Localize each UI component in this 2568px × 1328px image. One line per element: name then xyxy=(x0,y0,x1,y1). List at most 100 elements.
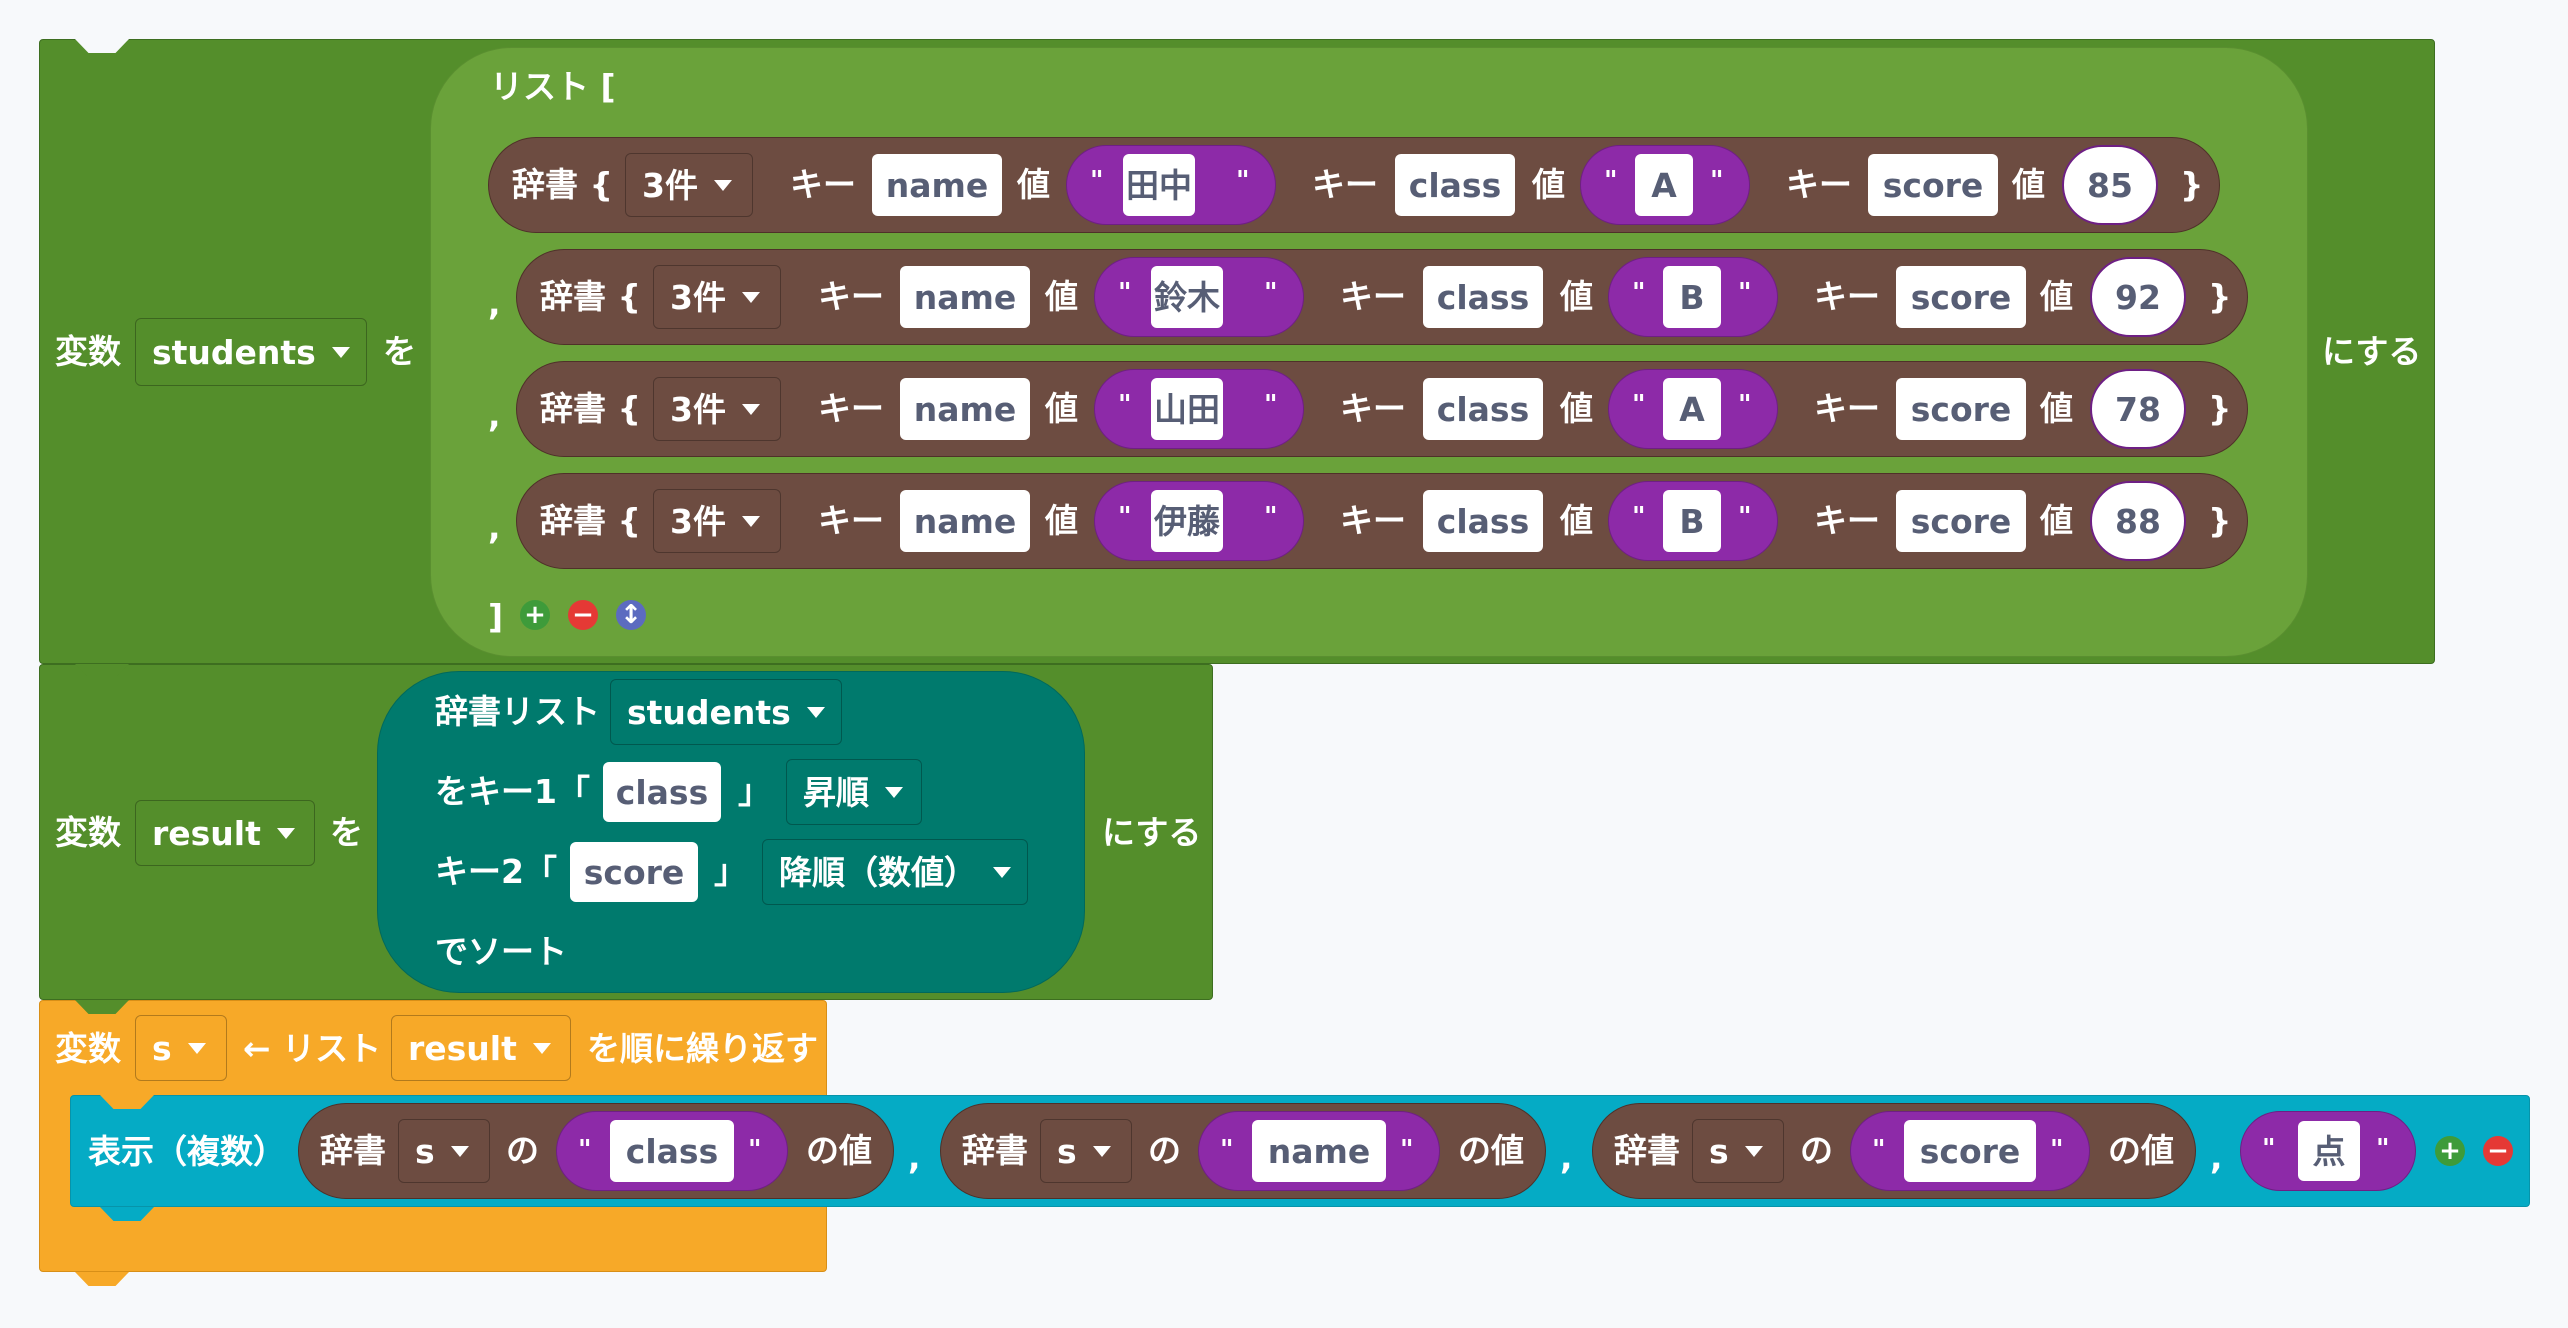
key-field[interactable]: name xyxy=(1252,1120,1386,1182)
key2-label: キー2「 xyxy=(435,852,557,891)
dict-label: 辞書 { xyxy=(512,165,613,204)
add-item-icon[interactable]: + xyxy=(520,600,550,630)
key-label: キー xyxy=(1786,165,1852,204)
string-field[interactable]: A xyxy=(1663,378,1721,440)
key-field[interactable]: class xyxy=(1423,490,1543,552)
quote-icon: " xyxy=(1264,390,1278,420)
string-field[interactable]: 鈴木 xyxy=(1151,266,1223,328)
number-value[interactable]: 92 xyxy=(2090,257,2186,337)
key-label: キー xyxy=(1814,277,1880,316)
list-comma: , xyxy=(488,508,501,547)
no-label: の xyxy=(1148,1131,1181,1170)
dict-close: } xyxy=(2208,501,2232,540)
variable-label: 変数 xyxy=(55,332,121,371)
string-field-ten[interactable]: 点 xyxy=(2298,1121,2360,1181)
quote-icon: " xyxy=(1118,502,1132,532)
key-field[interactable]: name xyxy=(872,154,1002,216)
key-field[interactable]: name xyxy=(900,378,1030,440)
key-field[interactable]: score xyxy=(1904,1120,2036,1182)
quote-icon: " xyxy=(1090,166,1104,196)
list-close-label: ] xyxy=(488,597,504,636)
variable-dropdown-students[interactable]: students xyxy=(135,318,367,386)
dict-var-dropdown[interactable]: s xyxy=(1692,1119,1784,1183)
key1-field[interactable]: class xyxy=(603,762,721,822)
key2-field[interactable]: score xyxy=(570,842,698,902)
key-field[interactable]: score xyxy=(1896,490,2026,552)
remove-item-icon[interactable]: − xyxy=(2483,1136,2513,1166)
key-field[interactable]: class xyxy=(1423,266,1543,328)
value-label: 値 xyxy=(1045,389,1078,428)
key-field[interactable]: name xyxy=(900,266,1030,328)
dropdown-caret-icon xyxy=(806,706,825,718)
print-label: 表示（複数） xyxy=(88,1132,286,1171)
reorder-icon[interactable]: ↕ xyxy=(616,600,646,630)
number-value[interactable]: 85 xyxy=(2062,145,2158,225)
key-field[interactable]: score xyxy=(1896,378,2026,440)
value-label: 値 xyxy=(1045,501,1078,540)
number-value[interactable]: 88 xyxy=(2090,481,2186,561)
loop-variable-dropdown[interactable]: s xyxy=(135,1015,227,1081)
no-label: の xyxy=(506,1131,539,1170)
value-label: 値 xyxy=(2040,501,2073,540)
value-label: 値 xyxy=(2040,389,2073,428)
quote-icon: " xyxy=(2050,1135,2064,1165)
key-field[interactable]: score xyxy=(1868,154,1998,216)
quote-icon: " xyxy=(1264,502,1278,532)
dropdown-caret-icon xyxy=(741,515,760,527)
print-comma: , xyxy=(908,1138,921,1177)
dict-count-dropdown[interactable]: 3件 xyxy=(625,153,753,217)
quote-icon: " xyxy=(1236,166,1250,196)
dict-var-dropdown[interactable]: s xyxy=(1040,1119,1132,1183)
key-label: キー xyxy=(818,501,884,540)
variable-dropdown-result[interactable]: result xyxy=(135,800,315,866)
dict-count-dropdown[interactable]: 3件 xyxy=(653,489,781,553)
key-field[interactable]: class xyxy=(1423,378,1543,440)
quote-icon: " xyxy=(1738,390,1752,420)
variable-label: 変数 xyxy=(55,1029,121,1068)
order2-dropdown[interactable]: 降順（数値） xyxy=(762,839,1028,905)
dropdown-caret-icon xyxy=(532,1042,551,1054)
dict-close: } xyxy=(2208,389,2232,428)
quote-icon: " xyxy=(2262,1134,2276,1164)
string-field[interactable]: B xyxy=(1663,490,1721,552)
key-field[interactable]: score xyxy=(1896,266,2026,328)
arrow-list-label: ← リスト xyxy=(243,1029,382,1068)
key-field[interactable]: class xyxy=(610,1120,734,1182)
dict-count-dropdown[interactable]: 3件 xyxy=(653,377,781,441)
key-field[interactable]: name xyxy=(900,490,1030,552)
dropdown-caret-icon xyxy=(741,403,760,415)
string-field[interactable]: B xyxy=(1663,266,1721,328)
number-value[interactable]: 78 xyxy=(2090,369,2186,449)
wo-label: を xyxy=(330,813,363,852)
quote-icon: " xyxy=(748,1135,762,1165)
order1-dropdown[interactable]: 昇順 xyxy=(786,759,922,825)
key-field[interactable]: class xyxy=(1395,154,1515,216)
quote-icon: " xyxy=(1632,502,1646,532)
key-label: キー xyxy=(1340,277,1406,316)
no-label: の xyxy=(1800,1131,1833,1170)
string-field[interactable]: 山田 xyxy=(1151,378,1223,440)
value-of-label: の値 xyxy=(2108,1131,2174,1170)
string-field[interactable]: 伊藤 xyxy=(1151,490,1223,552)
value-of-label: の値 xyxy=(806,1131,872,1170)
bracket-close: 」 xyxy=(714,852,747,891)
string-field[interactable]: 田中 xyxy=(1123,154,1195,216)
dropdown-caret-icon xyxy=(276,827,295,839)
quote-icon: " xyxy=(578,1135,592,1165)
quote-icon: " xyxy=(1604,166,1618,196)
loop-list-dropdown[interactable]: result xyxy=(391,1015,571,1081)
key-label: キー xyxy=(1340,389,1406,428)
variable-label: 変数 xyxy=(55,813,121,852)
dict-var-dropdown[interactable]: s xyxy=(398,1119,490,1183)
remove-item-icon[interactable]: − xyxy=(568,600,598,630)
add-item-icon[interactable]: + xyxy=(2435,1136,2465,1166)
key-label: キー xyxy=(1814,501,1880,540)
value-label: 値 xyxy=(1560,389,1593,428)
string-field[interactable]: A xyxy=(1635,154,1693,216)
key-label: キー xyxy=(1312,165,1378,204)
key-label: キー xyxy=(818,389,884,428)
dict-count-dropdown[interactable]: 3件 xyxy=(653,265,781,329)
sort-list-dropdown[interactable]: students xyxy=(610,679,842,745)
dropdown-caret-icon xyxy=(741,291,760,303)
dict-label: 辞書 { xyxy=(540,501,641,540)
